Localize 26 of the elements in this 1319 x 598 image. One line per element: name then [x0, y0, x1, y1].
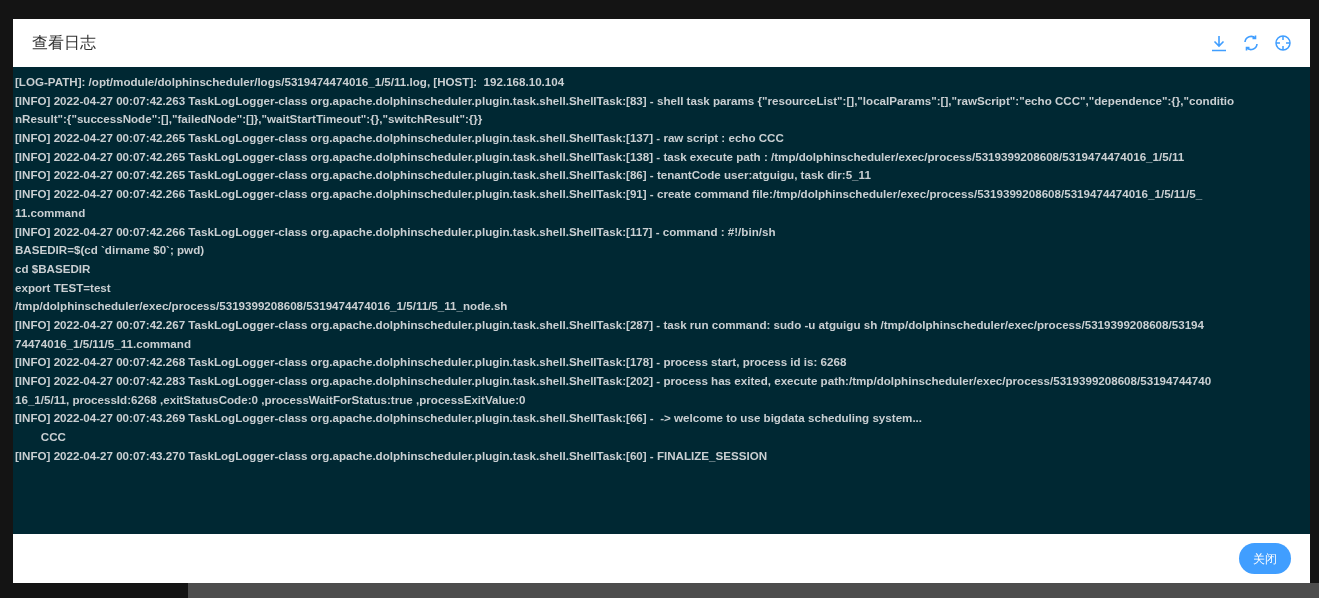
log-line: 16_1/5/11, processId:6268 ,exitStatusCode:0 ,processWaitForStatus:true ,processExitValue:0	[15, 392, 526, 406]
log-line: [INFO] 2022-04-27 00:07:42.265 TaskLogLogger-class org.apache.dolphinscheduler.plugin.task.shell.ShellTask:[86] - tenantCode user:atguigu, task dir:5_11	[15, 168, 871, 182]
log-line: [INFO] 2022-04-27 00:07:42.263 TaskLogLogger-class org.apache.dolphinscheduler.plugin.task.shell.ShellTask:[83] - shell task params {"resourceList":[],"localParams":[],"rawScript":"echo CCC","dependence":{},"conditio	[15, 93, 1235, 107]
log-line: cd $BASEDIR	[15, 261, 91, 275]
log-line: [INFO] 2022-04-27 00:07:43.269 TaskLogLogger-class org.apache.dolphinscheduler.plugin.task.shell.ShellTask:[66] - -> welcome to use bigdata scheduling system...	[15, 411, 923, 425]
log-line: [INFO] 2022-04-27 00:07:42.267 TaskLogLogger-class org.apache.dolphinscheduler.plugin.task.shell.ShellTask:[287] - task run command: sudo -u atguigu sh /tmp/dolphinscheduler/exec/process/5319399208608/53194	[15, 317, 1204, 331]
log-line: [INFO] 2022-04-27 00:07:42.265 TaskLogLogger-class org.apache.dolphinscheduler.plugin.task.shell.ShellTask:[138] - task execute path : /tmp/dolphinscheduler/exec/process/5319399208608/5319474474016_1/5/11	[15, 149, 1185, 163]
crosshair-icon[interactable]	[1274, 34, 1292, 52]
log-line: [LOG-PATH]: /opt/module/dolphinscheduler/logs/5319474474016_1/5/11.log, [HOST]: 192.168.10.104	[15, 75, 565, 88]
download-icon[interactable]	[1210, 34, 1228, 52]
log-line: [INFO] 2022-04-27 00:07:43.270 TaskLogLogger-class org.apache.dolphinscheduler.plugin.task.shell.ShellTask:[60] - FINALIZE_SESSION	[15, 448, 768, 462]
close-button[interactable]: 关闭	[1239, 543, 1291, 574]
refresh-icon[interactable]	[1242, 34, 1260, 52]
log-line: nResult":{"successNode":[],"failedNode":[]},"waitStartTimeout":{},"switchResult":{}}	[15, 112, 483, 126]
log-line: [INFO] 2022-04-27 00:07:42.268 TaskLogLogger-class org.apache.dolphinscheduler.plugin.task.shell.ShellTask:[178] - process start, process id is: 6268	[15, 355, 847, 369]
log-line: [INFO] 2022-04-27 00:07:42.265 TaskLogLogger-class org.apache.dolphinscheduler.plugin.task.shell.ShellTask:[137] - raw script : echo CCC	[15, 131, 784, 145]
log-line: [INFO] 2022-04-27 00:07:42.283 TaskLogLogger-class org.apache.dolphinscheduler.plugin.task.shell.ShellTask:[202] - process has exited, execute path:/tmp/dolphinscheduler/exec/process/5319399208608/53194744740	[15, 374, 1212, 387]
log-line: BASEDIR=$(cd `dirname $0`; pwd)	[15, 243, 205, 257]
log-line: 11.command	[15, 205, 86, 219]
log-line: [INFO] 2022-04-27 00:07:42.266 TaskLogLogger-class org.apache.dolphinscheduler.plugin.task.shell.ShellTask:[91] - create command file:/tmp/dolphinscheduler/exec/process/5319399208608/5319474474016_1/5/11/5_	[15, 187, 1203, 201]
log-line: /tmp/dolphinscheduler/exec/process/5319399208608/5319474474016_1/5/11/5_11_node.sh	[15, 299, 508, 313]
log-line: [INFO] 2022-04-27 00:07:42.266 TaskLogLogger-class org.apache.dolphinscheduler.plugin.task.shell.ShellTask:[117] - command : #!/bin/sh	[15, 224, 776, 238]
log-line: export TEST=test	[15, 280, 111, 294]
log-line: 74474016_1/5/11/5_11.command	[15, 336, 191, 350]
dialog-title: 查看日志	[32, 32, 96, 54]
log-line: CCC	[39, 430, 66, 444]
